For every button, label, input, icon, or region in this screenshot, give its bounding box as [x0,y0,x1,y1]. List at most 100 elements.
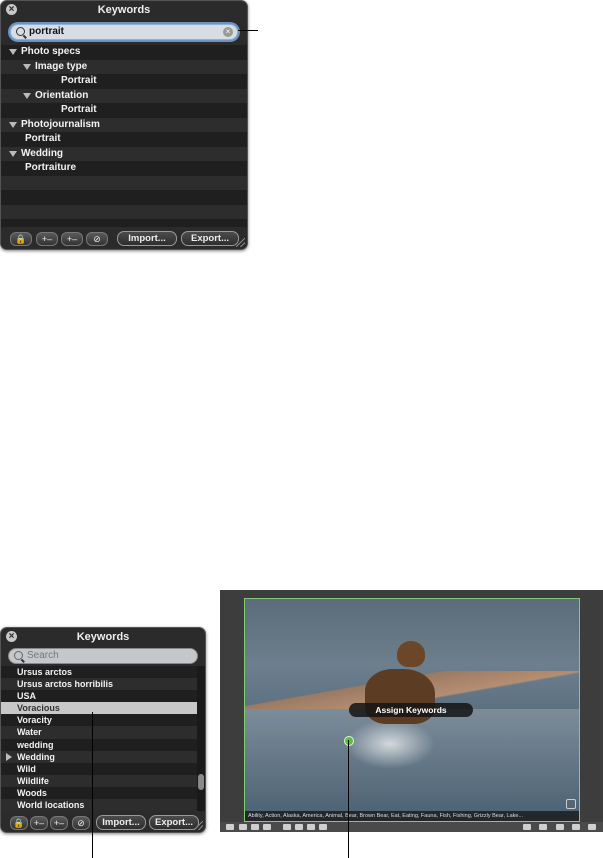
disclosure-triangle-icon[interactable] [23,92,31,99]
rotate-icon[interactable] [566,799,576,809]
add-subkeyword-button[interactable]: +– [61,232,83,246]
keywords-overlay-text: Ability, Action, Alaska, America, Animal… [245,811,579,821]
list-item-label: Wedding [21,147,64,159]
export-button[interactable]: Export... [149,815,199,830]
list-item[interactable]: Wedding [1,750,197,763]
resize-grip-icon[interactable] [236,238,245,247]
stamp-tool-icon[interactable] [251,824,259,830]
lock-button[interactable]: 🔒 [10,816,28,830]
list-item-label: wedding [17,739,54,750]
keywords-hud-bottom: × Keywords Search Ursus arctos Ursus arct… [0,627,206,833]
search-field[interactable]: portrait × [10,24,238,40]
list-item[interactable]: Portrait [1,132,247,147]
viewer-toolbar [220,822,603,832]
list-item-label: Portrait [25,133,61,144]
assign-keywords-overlay[interactable]: Assign Keywords [349,703,473,717]
list-item[interactable]: wedding [1,738,197,751]
search-field[interactable]: Search [8,648,198,664]
straighten-tool-icon[interactable] [283,824,291,830]
list-item[interactable]: Image type [1,59,247,74]
scrollbar[interactable] [197,666,205,811]
list-item[interactable] [1,175,247,190]
crop-tool-icon[interactable] [295,824,303,830]
search-icon [16,27,25,36]
filmstrip-icon[interactable] [539,824,547,830]
list-item[interactable] [1,204,247,219]
callout-line [238,30,258,31]
disclosure-triangle-icon[interactable] [9,150,17,157]
list-item[interactable]: Wildlife [1,774,197,787]
hud-toolbar: 🔒 +– +– ⊘ Import... Export... [1,227,247,249]
import-button[interactable]: Import... [117,231,177,246]
list-item[interactable]: Photojournalism [1,117,247,132]
list-item-label: Voracious [17,703,60,714]
list-item[interactable]: Orientation [1,88,247,103]
keyword-list: Photo specs Image type Portrait Orientation… [1,45,247,248]
search-placeholder[interactable]: Search [27,649,59,663]
add-subkeyword-button[interactable]: +– [50,816,68,830]
search-value[interactable]: portrait [29,25,64,39]
list-item-label: Portrait [61,75,97,86]
list-item-label: Portraiture [25,162,77,173]
list-item-label: Wild [17,763,36,774]
keywords-hud-top: × Keywords portrait × Photo specs Image t… [0,0,248,250]
clear-search-icon[interactable]: × [223,27,233,37]
grid-view-icon[interactable] [556,824,564,830]
list-item[interactable]: Portrait [1,74,247,89]
disclosure-triangle-icon[interactable] [9,49,17,55]
list-item-label: Image type [35,60,88,72]
list-item-label: USA [17,691,37,702]
disclosure-triangle-icon[interactable] [23,63,31,70]
remove-keyword-button[interactable]: ⊘ [86,232,108,246]
bear-photo[interactable]: Assign Keywords Ability, Action, Alaska,… [244,598,580,822]
hud-title: Keywords [76,631,130,643]
search-icon [14,651,23,660]
export-button[interactable]: Export... [181,231,239,246]
redeye-tool-icon[interactable] [307,824,315,830]
add-keyword-button[interactable]: +– [36,232,58,246]
list-item[interactable]: Water [1,726,197,739]
hud-toolbar: 🔒 +– +– ⊘ Import... Export... [1,812,205,832]
compare-view-icon[interactable] [572,824,580,830]
list-item[interactable]: Wild [1,762,197,775]
resize-grip-icon[interactable] [194,821,203,830]
remove-keyword-button[interactable]: ⊘ [72,816,90,830]
list-item-label: World locations [17,800,85,811]
list-item-label: Water [17,727,42,738]
view-mode-icon[interactable] [523,824,531,830]
list-item[interactable]: Wedding [1,146,247,161]
disclosure-triangle-icon[interactable] [6,752,12,761]
add-keyword-button[interactable]: +– [30,816,48,830]
fullscreen-icon[interactable] [588,824,596,830]
select-tool-icon[interactable] [226,824,234,830]
list-item[interactable]: Woods [1,786,197,800]
list-item[interactable]: Portraiture [1,161,247,176]
list-item-label: Voracity [17,715,52,726]
list-item-label: Orientation [35,89,89,101]
lift-tool-icon[interactable] [263,824,271,830]
keyword-list: Ursus arctos Ursus arctos horribilis USA Vo… [1,666,197,812]
lock-button[interactable]: 🔒 [10,232,32,246]
list-item[interactable]: Photo specs [1,45,247,60]
list-item[interactable]: Ursus arctos horribilis [1,678,197,691]
list-item[interactable]: Portrait [1,103,247,118]
disclosure-triangle-icon[interactable] [9,121,17,128]
scroll-thumb[interactable] [198,774,204,790]
list-item-label: Ursus arctos [17,667,73,677]
list-item-label: Wildlife [17,775,49,786]
bear-head [397,641,425,667]
list-item[interactable] [1,190,247,205]
retouch-tool-icon[interactable] [319,824,327,830]
list-item[interactable]: World locations [1,799,197,812]
hand-tool-icon[interactable] [239,824,247,830]
list-item-label: Ursus arctos horribilis [17,679,114,690]
list-item-label: Photojournalism [21,118,100,130]
list-item[interactable]: USA [1,690,197,703]
drop-target-icon[interactable] [344,736,354,746]
list-item[interactable]: Voracious [1,702,197,715]
list-item[interactable]: Voracity [1,714,197,727]
list-item[interactable]: Ursus arctos [1,666,197,679]
splash [345,719,435,769]
import-button[interactable]: Import... [96,815,146,830]
hud-title: Keywords [97,4,151,16]
